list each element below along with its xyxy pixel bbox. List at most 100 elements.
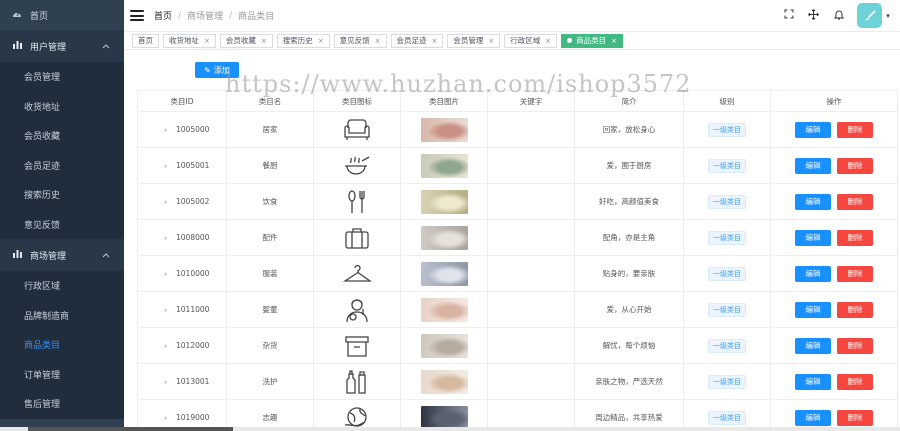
sidebar-item-orders[interactable]: 订单管理 xyxy=(0,359,124,389)
sidebar-item-brand[interactable]: 品牌制造商 xyxy=(0,300,124,330)
keyword-cell xyxy=(487,111,575,148)
column-header: 类目图标 xyxy=(313,90,401,112)
edit-button[interactable]: 编辑 xyxy=(795,265,831,282)
sidebar-item-collect[interactable]: 会员收藏 xyxy=(0,121,124,151)
tag-member-manage[interactable]: 会员管理 × xyxy=(447,33,501,48)
sidebar-item-search-history[interactable]: 搜索历史 xyxy=(0,180,124,210)
edit-button[interactable]: 编辑 xyxy=(795,409,831,426)
sidebar-item-address[interactable]: 收货地址 xyxy=(0,91,124,121)
table-row[interactable]: › 1013001 洗护 亲肤之物，严选天然 一级类目 编辑 删除 xyxy=(137,363,898,400)
close-icon[interactable]: × xyxy=(488,37,494,45)
table-row[interactable]: › 1005001 餐厨 爱，囿于厨房 一级类目 编辑 删除 xyxy=(137,147,898,184)
delete-button[interactable]: 删除 xyxy=(837,265,873,282)
sidebar-item-region[interactable]: 行政区域 xyxy=(0,271,124,301)
delete-button[interactable]: 删除 xyxy=(837,193,873,210)
bell-icon[interactable] xyxy=(826,9,851,23)
close-icon[interactable]: × xyxy=(261,37,267,45)
edit-button[interactable]: 编辑 xyxy=(795,121,831,138)
table-row[interactable]: › 1005000 居家 回家，放松身心 一级类目 编辑 删除 xyxy=(137,111,898,148)
column-header: 类目ID xyxy=(137,90,227,112)
tag-region[interactable]: 行政区域 × xyxy=(504,33,558,48)
sidebar-item-category[interactable]: 商品类目 xyxy=(0,330,124,360)
sidebar-item-footprint[interactable]: 会员足迹 xyxy=(0,150,124,180)
fullscreen-icon[interactable] xyxy=(776,9,801,22)
tags-view: 首页 收货地址 × 会员收藏 × 搜索历史 × 意见反馈 × 会员足迹 × 会员管理 × 行… xyxy=(124,31,900,50)
sidebar-item-aftersale[interactable]: 售后管理 xyxy=(0,389,124,419)
expand-arrow-icon[interactable]: › xyxy=(164,269,167,278)
delete-button[interactable]: 删除 xyxy=(837,229,873,246)
delete-button[interactable]: 删除 xyxy=(837,373,873,390)
expand-arrow-icon[interactable]: › xyxy=(164,125,167,134)
close-icon[interactable]: × xyxy=(611,37,617,45)
caret-down-icon[interactable]: ▾ xyxy=(882,12,894,20)
expand-arrow-icon[interactable]: › xyxy=(164,377,167,386)
edit-button[interactable]: 编辑 xyxy=(795,193,831,210)
sidebar-item-feedback[interactable]: 意见反馈 xyxy=(0,209,124,239)
expand-arrow-icon[interactable]: › xyxy=(164,197,167,206)
table-row[interactable]: › 1008000 配件 配角，亦是主角 一级类目 编辑 删除 xyxy=(137,219,898,256)
category-name: 婴童 xyxy=(226,291,314,328)
hamburger-icon[interactable] xyxy=(130,10,144,21)
sidebar-group-label: 商场管理 xyxy=(30,251,67,262)
sidebar-item-member-manage[interactable]: 会员管理 xyxy=(0,62,124,92)
category-name: 餐厨 xyxy=(226,147,314,184)
expand-arrow-icon[interactable]: › xyxy=(164,305,167,314)
delete-button[interactable]: 删除 xyxy=(837,121,873,138)
tag-label: 意见反馈 xyxy=(339,36,370,45)
keyword-cell xyxy=(487,219,575,256)
horizontal-scrollbar[interactable] xyxy=(0,427,900,431)
tag-collect[interactable]: 会员收藏 × xyxy=(219,33,273,48)
sidebar-item-label: 意见反馈 xyxy=(24,220,61,231)
edit-button[interactable]: 编辑 xyxy=(795,301,831,318)
tag-feedback[interactable]: 意见反馈 × xyxy=(333,33,387,48)
tag-address[interactable]: 收货地址 × xyxy=(163,33,216,48)
delete-button[interactable]: 删除 xyxy=(837,337,873,354)
edit-button[interactable]: 编辑 xyxy=(795,229,831,246)
add-button[interactable]: ✎ 添加 xyxy=(195,62,239,78)
delete-button[interactable]: 删除 xyxy=(837,157,873,174)
action-cell: 编辑 删除 xyxy=(770,183,898,220)
category-id: 1013001 xyxy=(176,377,210,386)
table-row[interactable]: › 1011000 婴童 爱，从心开始 一级类目 编辑 删除 xyxy=(137,291,898,328)
move-icon[interactable] xyxy=(801,8,826,23)
close-icon[interactable]: × xyxy=(432,37,438,45)
breadcrumb-home[interactable]: 首页 xyxy=(154,9,172,22)
edit-button[interactable]: 编辑 xyxy=(795,157,831,174)
table-row[interactable]: › 1010000 服装 贴身的，要亲肤 一级类目 编辑 删除 xyxy=(137,255,898,292)
expand-arrow-icon[interactable]: › xyxy=(164,161,167,170)
table-row[interactable]: › 1005002 饮食 好吃，高颜值美食 一级类目 编辑 删除 xyxy=(137,183,898,220)
action-cell: 编辑 删除 xyxy=(770,363,898,400)
column-header: 类目名 xyxy=(226,90,314,112)
close-icon[interactable]: × xyxy=(204,37,210,45)
spoon-fork-icon xyxy=(314,189,400,215)
close-icon[interactable]: × xyxy=(545,37,551,45)
category-name: 饮食 xyxy=(226,183,314,220)
tag-home[interactable]: 首页 xyxy=(132,33,159,48)
close-icon[interactable]: × xyxy=(375,37,381,45)
delete-button[interactable]: 删除 xyxy=(837,301,873,318)
scrollbar-thumb[interactable] xyxy=(28,427,233,431)
delete-button[interactable]: 删除 xyxy=(837,409,873,426)
sidebar-group-mall[interactable]: 商场管理 xyxy=(0,239,124,271)
close-icon[interactable]: × xyxy=(318,37,324,45)
expand-arrow-icon[interactable]: › xyxy=(164,413,167,422)
expand-arrow-icon[interactable]: › xyxy=(164,341,167,350)
edit-button[interactable]: 编辑 xyxy=(795,337,831,354)
photo-cell xyxy=(400,327,488,364)
edit-icon: ✎ xyxy=(204,65,211,75)
table-row[interactable]: › 1012000 杂货 解忧，每个烦恼 一级类目 编辑 删除 xyxy=(137,327,898,364)
id-cell: › 1012000 xyxy=(137,327,227,364)
photo-cell xyxy=(400,183,488,220)
tag-footprint[interactable]: 会员足迹 × xyxy=(390,33,444,48)
tag-search-history[interactable]: 搜索历史 × xyxy=(276,33,330,48)
bar-chart-icon xyxy=(12,249,22,261)
tag-category[interactable]: 商品类目 × xyxy=(561,33,623,48)
avatar[interactable] xyxy=(857,3,882,28)
icon-cell xyxy=(313,147,401,184)
category-id: 1019000 xyxy=(176,413,210,422)
expand-arrow-icon[interactable]: › xyxy=(164,233,167,242)
brush-icon xyxy=(863,9,876,22)
edit-button[interactable]: 编辑 xyxy=(795,373,831,390)
sidebar-item-home[interactable]: 首页 xyxy=(0,0,124,30)
sidebar-group-user[interactable]: 用户管理 xyxy=(0,30,124,62)
